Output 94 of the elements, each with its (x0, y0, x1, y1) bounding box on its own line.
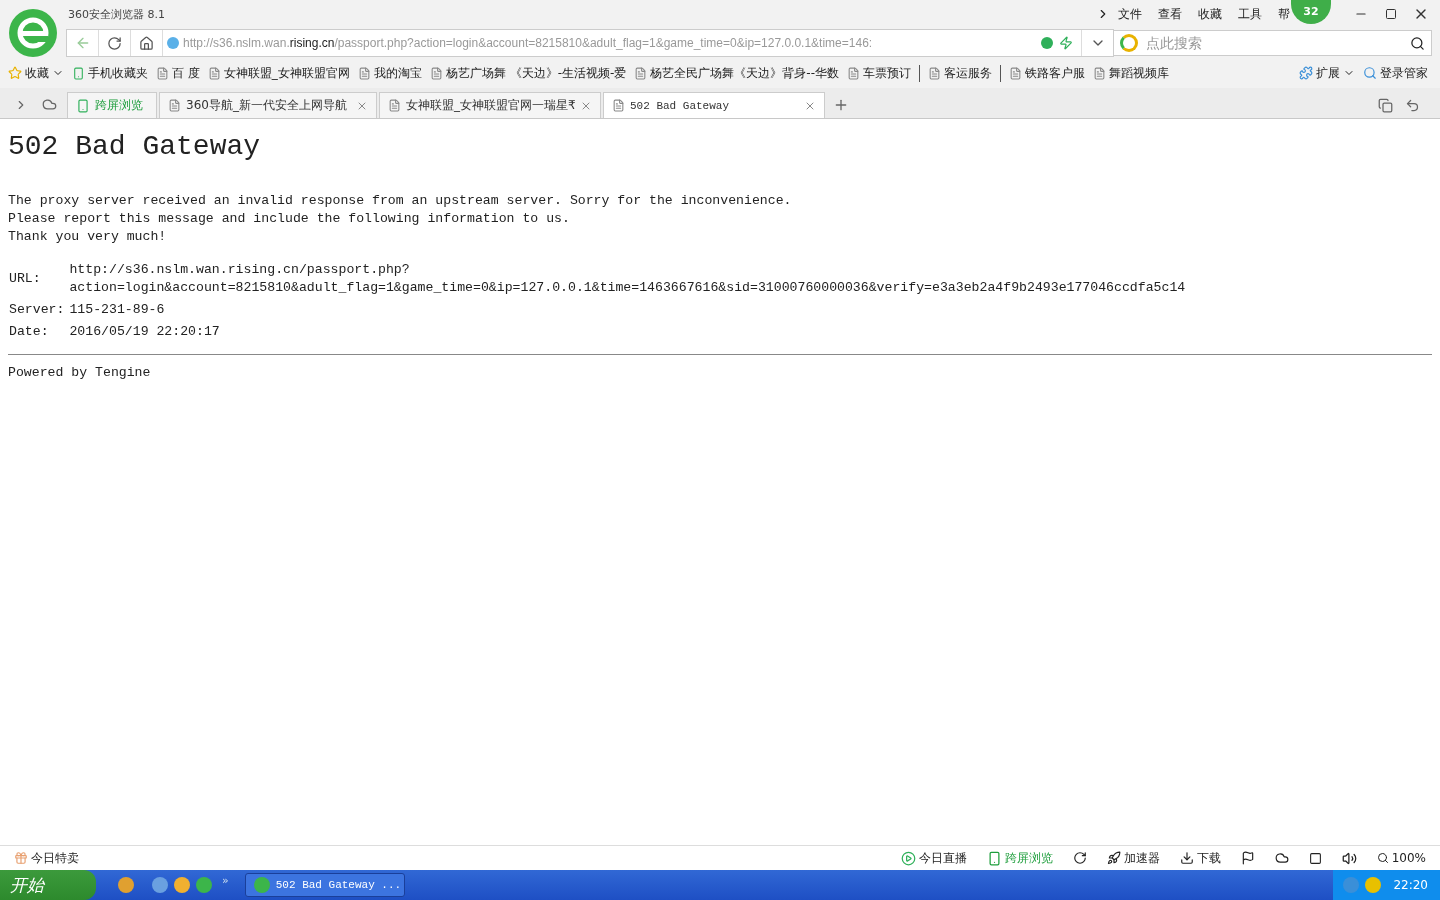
page-icon (156, 66, 169, 80)
page-icon (634, 66, 648, 80)
restore-icon (1385, 8, 1397, 20)
extensions-button[interactable]: 扩展 (1299, 64, 1359, 82)
zoom-button[interactable]: 100% (1376, 851, 1426, 865)
info-label: Server: (8, 301, 66, 319)
error-message: The proxy server received an invalid response from an upstream server. Sorry for the inconvenience. (8, 192, 793, 210)
footer-text: Powered by Tengine (8, 364, 152, 382)
gift-icon (14, 851, 28, 865)
menu-item[interactable]: 帮 (1278, 5, 1290, 23)
download-button[interactable]: 下载 (1179, 849, 1221, 867)
app-icon[interactable] (152, 877, 168, 893)
info-value: action=login&account=8215810&adult_flag=1&game_time=0&ip=127.0.0.1&time=1463667616&sid=31000760000036&verify=e3a3eb2a4f9b2493e177046ccdfa5c14 (69, 279, 1186, 297)
cross-screen-button[interactable]: 跨屏浏览 (986, 849, 1053, 867)
bookmark-link[interactable]: 女神联盟_女神联盟官网 (207, 64, 354, 82)
phone-icon (986, 850, 1002, 866)
rocket-icon (1106, 851, 1121, 865)
page-icon (1009, 66, 1022, 80)
login-button[interactable]: 登录管家 (1363, 64, 1432, 82)
bookmark-link[interactable]: 舞蹈视频库 (1093, 64, 1173, 82)
info-label: URL: (8, 270, 42, 288)
page-icon (429, 66, 443, 80)
tray-icon[interactable] (1365, 877, 1382, 893)
browser-tab[interactable]: 360导航_新一代安全上网导航 (159, 92, 377, 118)
cloud-icon (42, 97, 57, 112)
app-icon[interactable] (174, 877, 190, 893)
windows-button[interactable] (1378, 98, 1393, 113)
download-icon (1179, 851, 1194, 865)
page-icon (1093, 66, 1106, 80)
bookmark-link[interactable]: 杨艺广场舞 《天边》-生活视频-爱 (429, 64, 631, 82)
new-tab-button[interactable] (833, 97, 849, 113)
menu-item[interactable]: 文件 (1118, 5, 1142, 23)
play-icon (900, 850, 916, 866)
lightning-icon[interactable] (1059, 36, 1073, 50)
page-icon (928, 66, 941, 80)
reload-icon (107, 35, 122, 51)
plus-icon (833, 97, 849, 113)
cloud-icon[interactable] (1274, 851, 1289, 865)
window-icon[interactable] (1308, 851, 1322, 865)
puzzle-icon (1299, 66, 1313, 80)
clock-text: 22:20 (1393, 878, 1428, 892)
info-label: Date: (8, 323, 50, 341)
page-icon (357, 66, 371, 80)
daily-deals-button[interactable]: 今日特卖 (14, 849, 79, 867)
magnifier-icon (1363, 66, 1377, 80)
accelerator-button[interactable]: 加速器 (1106, 849, 1160, 867)
search-icon[interactable] (1410, 35, 1425, 51)
app-icon (253, 877, 270, 893)
cloud-button[interactable] (42, 97, 57, 112)
live-button[interactable]: 今日直播 (900, 849, 967, 867)
error-message: Please report this message and include the following information to us. (8, 210, 571, 228)
phone-icon (76, 98, 90, 113)
bookmark-link[interactable]: 我的淘宝 (357, 64, 426, 82)
home-icon (139, 35, 154, 51)
search-box[interactable]: 点此搜索 (1114, 30, 1432, 56)
info-value: 2016/05/19 22:20:17 (69, 323, 221, 341)
refresh-icon[interactable] (1072, 851, 1087, 865)
error-message: Thank you very much! (8, 228, 168, 246)
windows-icon (1378, 98, 1393, 113)
info-value: http://s36.nslm.wan.rising.cn/passport.php? (69, 261, 411, 279)
more-text[interactable]: » (222, 873, 229, 887)
bookmark-link[interactable]: 客运服务 (928, 64, 1001, 82)
undo-icon (1405, 98, 1420, 113)
menu-item[interactable]: 工具 (1238, 5, 1262, 23)
browser-logo[interactable] (8, 8, 58, 58)
flag-icon[interactable] (1240, 851, 1255, 865)
error-heading: 502 Bad Gateway (8, 131, 262, 162)
menu-item[interactable]: 查看 (1158, 5, 1182, 23)
phone-icon (72, 66, 85, 80)
page-icon (168, 99, 181, 112)
browser-tab[interactable]: 502 Bad Gateway (603, 92, 825, 118)
undo-button[interactable] (1405, 98, 1420, 113)
favorites-button[interactable]: 收藏 (8, 64, 68, 82)
bookmark-link[interactable]: 车票预订 (847, 64, 920, 82)
page-icon (847, 66, 860, 80)
bookmark-link[interactable]: 百 度 (156, 64, 204, 82)
star-icon (8, 66, 22, 80)
bookmark-link[interactable]: 铁路客户服 (1009, 64, 1089, 82)
search-engine-icon[interactable] (1120, 34, 1138, 52)
start-button[interactable]: 开始 (0, 870, 96, 900)
bookmark-link[interactable]: 手机收藏夹 (72, 64, 152, 82)
page-icon (612, 99, 625, 112)
page-icon (207, 66, 221, 80)
window-title: 360安全浏览器 8.1 (68, 6, 166, 22)
browser-tab[interactable]: 女神联盟_女神联盟官网一瑞星₹ (379, 92, 601, 118)
info-value: 115-231-89-6 (69, 301, 166, 319)
bookmark-link[interactable]: 杨艺全民广场舞《天边》背身--华数 (634, 64, 843, 82)
page-icon (388, 99, 401, 112)
magnifier-icon (1376, 852, 1389, 864)
volume-icon[interactable] (1341, 850, 1357, 866)
app-icon[interactable] (118, 877, 134, 893)
app-icon[interactable] (196, 877, 212, 893)
taskbar-button[interactable]: 502 Bad Gateway ... (244, 873, 405, 897)
menu-item[interactable]: 收藏 (1198, 5, 1222, 23)
